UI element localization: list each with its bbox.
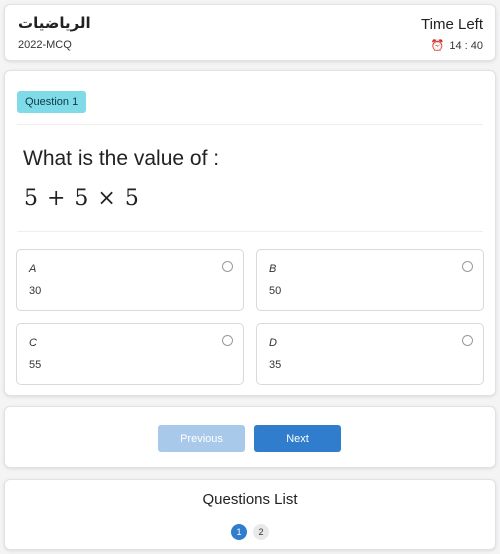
option-letter: C bbox=[29, 337, 37, 349]
radio-button[interactable] bbox=[462, 335, 473, 346]
exam-header: الرياضيات 2022-MCQ Time Left ⏰ 14 : 40 bbox=[4, 4, 496, 61]
navigation-card: Previous Next bbox=[4, 406, 496, 468]
question-expression: 5 + 5 × 5 bbox=[24, 186, 140, 211]
question-page-2[interactable]: 2 bbox=[253, 524, 269, 540]
divider bbox=[17, 124, 483, 125]
option-c[interactable]: C 55 bbox=[16, 323, 244, 385]
divider bbox=[17, 231, 483, 232]
question-pagination: 1 2 bbox=[5, 524, 495, 540]
option-value: 30 bbox=[29, 285, 42, 297]
question-number-badge: Question 1 bbox=[17, 91, 87, 113]
option-d[interactable]: D 35 bbox=[256, 323, 484, 385]
option-value: 55 bbox=[29, 359, 42, 371]
questions-list-card: Questions List 1 2 bbox=[4, 479, 496, 550]
question-page-1[interactable]: 1 bbox=[231, 524, 247, 540]
subject-title: الرياضيات bbox=[18, 15, 91, 32]
radio-button[interactable] bbox=[222, 261, 233, 272]
option-b[interactable]: B 50 bbox=[256, 249, 484, 311]
option-letter: B bbox=[269, 263, 277, 275]
exam-code: 2022-MCQ bbox=[18, 39, 72, 51]
option-letter: A bbox=[29, 263, 37, 275]
previous-button[interactable]: Previous bbox=[158, 425, 245, 452]
question-prompt: What is the value of : bbox=[23, 147, 220, 170]
alarm-clock-icon: ⏰ bbox=[430, 40, 445, 52]
time-left-label: Time Left bbox=[421, 16, 483, 33]
questions-list-title: Questions List bbox=[202, 491, 298, 508]
option-letter: D bbox=[269, 337, 277, 349]
timer-value: 14 : 40 bbox=[449, 39, 483, 52]
radio-button[interactable] bbox=[222, 335, 233, 346]
option-a[interactable]: A 30 bbox=[16, 249, 244, 311]
next-button[interactable]: Next bbox=[254, 425, 341, 452]
timer: ⏰ 14 : 40 bbox=[430, 39, 483, 53]
option-value: 50 bbox=[269, 285, 282, 297]
option-value: 35 bbox=[269, 359, 282, 371]
question-card: Question 1 What is the value of : 5 + 5 … bbox=[4, 70, 496, 396]
radio-button[interactable] bbox=[462, 261, 473, 272]
